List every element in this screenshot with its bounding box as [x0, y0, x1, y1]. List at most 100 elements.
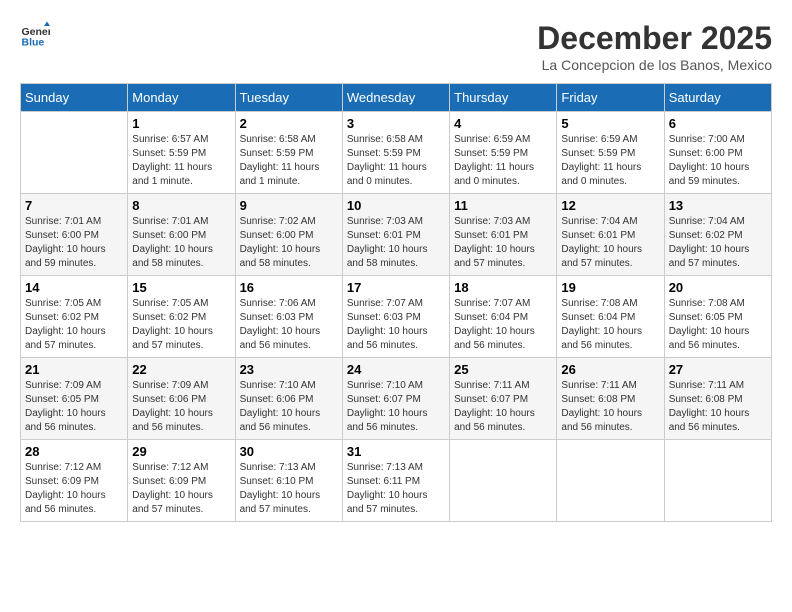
calendar-cell: 18 Sunrise: 7:07 AMSunset: 6:04 PMDayligh… [450, 276, 557, 358]
day-info: Sunrise: 7:07 AMSunset: 6:04 PMDaylight:… [454, 297, 552, 353]
day-info: Sunrise: 7:03 AMSunset: 6:01 PMDaylight:… [454, 215, 552, 271]
day-number: 28 [25, 444, 123, 459]
day-info: Sunrise: 7:10 AMSunset: 6:06 PMDaylight:… [240, 379, 338, 435]
calendar-title: December 2025 [537, 20, 772, 57]
calendar-cell: 12 Sunrise: 7:04 AMSunset: 6:01 PMDayligh… [557, 194, 664, 276]
calendar-cell [664, 440, 771, 522]
header: General Blue December 2025 La Concepcion… [20, 20, 772, 73]
calendar-cell: 20Sunrise: 7:08 AMSunset: 6:05 PMDayligh… [664, 276, 771, 358]
day-number: 29 [132, 444, 230, 459]
day-number: 31 [347, 444, 445, 459]
day-header-tuesday: Tuesday [235, 84, 342, 112]
calendar-week-row: 7 Sunrise: 7:01 AMSunset: 6:00 PMDaylight… [21, 194, 772, 276]
calendar-body: 1Sunrise: 6:57 AMSunset: 5:59 PMDaylight… [21, 112, 772, 522]
calendar-cell: 13Sunrise: 7:04 AMSunset: 6:02 PMDayligh… [664, 194, 771, 276]
day-info: Sunrise: 6:59 AMSunset: 5:59 PMDaylight:… [561, 133, 659, 189]
day-number: 4 [454, 116, 552, 131]
calendar-week-row: 1Sunrise: 6:57 AMSunset: 5:59 PMDaylight… [21, 112, 772, 194]
calendar-cell [557, 440, 664, 522]
title-area: December 2025 La Concepcion de los Banos… [537, 20, 772, 73]
calendar-cell: 24 Sunrise: 7:10 AMSunset: 6:07 PMDayligh… [342, 358, 449, 440]
day-number: 17 [347, 280, 445, 295]
calendar-cell: 7 Sunrise: 7:01 AMSunset: 6:00 PMDaylight… [21, 194, 128, 276]
day-number: 27 [669, 362, 767, 377]
day-info: Sunrise: 7:05 AMSunset: 6:02 PMDaylight:… [132, 297, 230, 353]
calendar-cell: 4 Sunrise: 6:59 AMSunset: 5:59 PMDaylight… [450, 112, 557, 194]
calendar-week-row: 14Sunrise: 7:05 AMSunset: 6:02 PMDayligh… [21, 276, 772, 358]
day-info: Sunrise: 7:11 AMSunset: 6:07 PMDaylight:… [454, 379, 552, 435]
calendar-cell: 5 Sunrise: 6:59 AMSunset: 5:59 PMDaylight… [557, 112, 664, 194]
calendar-cell: 15Sunrise: 7:05 AMSunset: 6:02 PMDayligh… [128, 276, 235, 358]
day-info: Sunrise: 7:04 AMSunset: 6:01 PMDaylight:… [561, 215, 659, 271]
day-number: 3 [347, 116, 445, 131]
calendar-header-row: SundayMondayTuesdayWednesdayThursdayFrid… [21, 84, 772, 112]
logo: General Blue [20, 20, 50, 50]
calendar-cell: 11 Sunrise: 7:03 AMSunset: 6:01 PMDayligh… [450, 194, 557, 276]
calendar-cell: 28 Sunrise: 7:12 AMSunset: 6:09 PMDayligh… [21, 440, 128, 522]
calendar-table: SundayMondayTuesdayWednesdayThursdayFrid… [20, 83, 772, 522]
calendar-cell: 3Sunrise: 6:58 AMSunset: 5:59 PMDaylight… [342, 112, 449, 194]
day-info: Sunrise: 7:11 AMSunset: 6:08 PMDaylight:… [561, 379, 659, 435]
day-info: Sunrise: 7:06 AMSunset: 6:03 PMDaylight:… [240, 297, 338, 353]
day-number: 24 [347, 362, 445, 377]
day-number: 25 [454, 362, 552, 377]
calendar-cell: 1Sunrise: 6:57 AMSunset: 5:59 PMDaylight… [128, 112, 235, 194]
day-number: 11 [454, 198, 552, 213]
day-info: Sunrise: 7:11 AMSunset: 6:08 PMDaylight:… [669, 379, 767, 435]
day-number: 7 [25, 198, 123, 213]
day-info: Sunrise: 7:12 AMSunset: 6:09 PMDaylight:… [25, 461, 123, 517]
calendar-cell [21, 112, 128, 194]
day-info: Sunrise: 7:08 AMSunset: 6:04 PMDaylight:… [561, 297, 659, 353]
calendar-subtitle: La Concepcion de los Banos, Mexico [537, 57, 772, 73]
day-number: 13 [669, 198, 767, 213]
day-header-sunday: Sunday [21, 84, 128, 112]
calendar-cell: 26 Sunrise: 7:11 AMSunset: 6:08 PMDayligh… [557, 358, 664, 440]
day-number: 16 [240, 280, 338, 295]
day-info: Sunrise: 7:13 AMSunset: 6:11 PMDaylight:… [347, 461, 445, 517]
day-number: 5 [561, 116, 659, 131]
day-number: 22 [132, 362, 230, 377]
day-info: Sunrise: 7:02 AMSunset: 6:00 PMDaylight:… [240, 215, 338, 271]
day-info: Sunrise: 6:58 AMSunset: 5:59 PMDaylight:… [240, 133, 338, 189]
day-number: 2 [240, 116, 338, 131]
day-number: 12 [561, 198, 659, 213]
calendar-cell: 10Sunrise: 7:03 AMSunset: 6:01 PMDayligh… [342, 194, 449, 276]
day-info: Sunrise: 7:00 AMSunset: 6:00 PMDaylight:… [669, 133, 767, 189]
day-info: Sunrise: 7:10 AMSunset: 6:07 PMDaylight:… [347, 379, 445, 435]
logo-icon: General Blue [20, 20, 50, 50]
day-info: Sunrise: 7:12 AMSunset: 6:09 PMDaylight:… [132, 461, 230, 517]
calendar-cell [450, 440, 557, 522]
day-info: Sunrise: 7:03 AMSunset: 6:01 PMDaylight:… [347, 215, 445, 271]
calendar-cell: 8 Sunrise: 7:01 AMSunset: 6:00 PMDaylight… [128, 194, 235, 276]
day-info: Sunrise: 6:59 AMSunset: 5:59 PMDaylight:… [454, 133, 552, 189]
day-header-friday: Friday [557, 84, 664, 112]
svg-text:Blue: Blue [22, 37, 45, 49]
calendar-cell: 22Sunrise: 7:09 AMSunset: 6:06 PMDayligh… [128, 358, 235, 440]
calendar-cell: 25 Sunrise: 7:11 AMSunset: 6:07 PMDayligh… [450, 358, 557, 440]
day-info: Sunrise: 7:09 AMSunset: 6:05 PMDaylight:… [25, 379, 123, 435]
calendar-cell: 29 Sunrise: 7:12 AMSunset: 6:09 PMDayligh… [128, 440, 235, 522]
day-number: 30 [240, 444, 338, 459]
day-header-thursday: Thursday [450, 84, 557, 112]
calendar-cell: 6 Sunrise: 7:00 AMSunset: 6:00 PMDaylight… [664, 112, 771, 194]
day-number: 21 [25, 362, 123, 377]
day-number: 20 [669, 280, 767, 295]
day-number: 6 [669, 116, 767, 131]
calendar-cell: 23Sunrise: 7:10 AMSunset: 6:06 PMDayligh… [235, 358, 342, 440]
day-info: Sunrise: 7:01 AMSunset: 6:00 PMDaylight:… [132, 215, 230, 271]
day-number: 18 [454, 280, 552, 295]
day-number: 1 [132, 116, 230, 131]
calendar-cell: 14Sunrise: 7:05 AMSunset: 6:02 PMDayligh… [21, 276, 128, 358]
day-header-saturday: Saturday [664, 84, 771, 112]
calendar-week-row: 28 Sunrise: 7:12 AMSunset: 6:09 PMDayligh… [21, 440, 772, 522]
calendar-cell: 9Sunrise: 7:02 AMSunset: 6:00 PMDaylight… [235, 194, 342, 276]
calendar-cell: 27 Sunrise: 7:11 AMSunset: 6:08 PMDayligh… [664, 358, 771, 440]
calendar-cell: 2 Sunrise: 6:58 AMSunset: 5:59 PMDaylight… [235, 112, 342, 194]
day-number: 26 [561, 362, 659, 377]
day-number: 19 [561, 280, 659, 295]
day-info: Sunrise: 7:01 AMSunset: 6:00 PMDaylight:… [25, 215, 123, 271]
day-info: Sunrise: 7:07 AMSunset: 6:03 PMDaylight:… [347, 297, 445, 353]
day-number: 8 [132, 198, 230, 213]
calendar-cell: 21 Sunrise: 7:09 AMSunset: 6:05 PMDayligh… [21, 358, 128, 440]
day-header-wednesday: Wednesday [342, 84, 449, 112]
